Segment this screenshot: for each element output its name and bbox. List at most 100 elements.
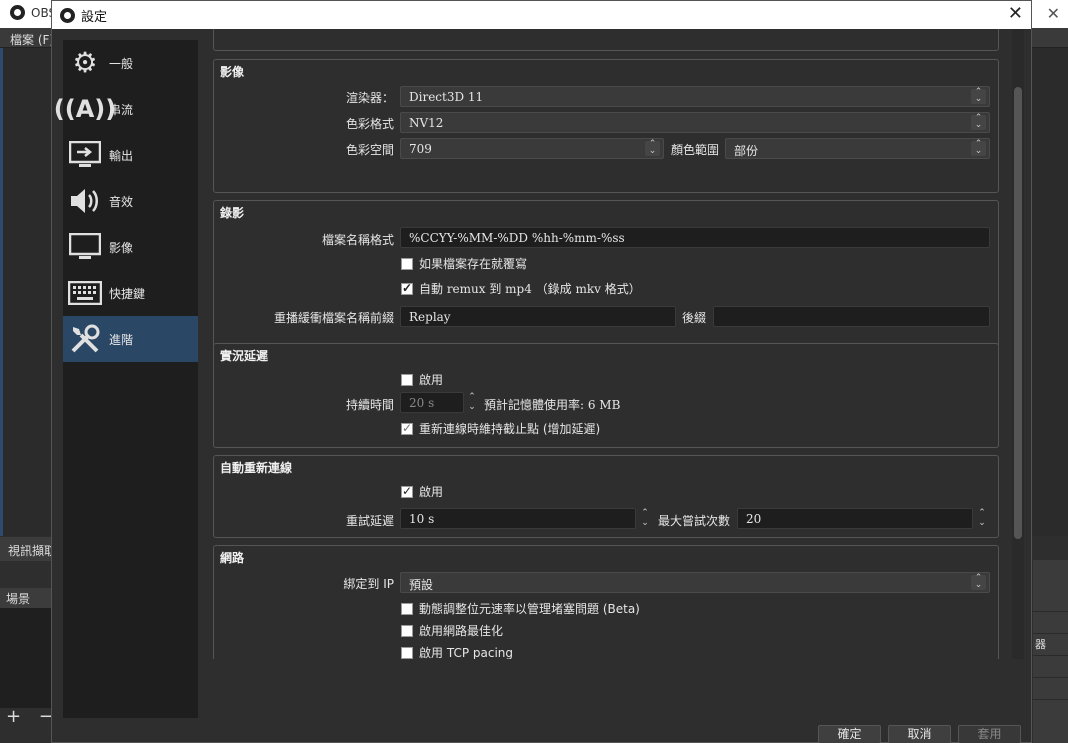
renderer-value: Direct3D 11 xyxy=(409,90,484,104)
reconnect-enable-checkbox[interactable]: 啟用 xyxy=(401,483,443,500)
gear-icon: ⚙ xyxy=(72,46,98,79)
sidebar-item-label: 音效 xyxy=(109,194,134,209)
chevron-updown-icon: ⌃ ⌄ xyxy=(971,140,986,156)
scrollbar-thumb[interactable] xyxy=(1014,87,1022,539)
dynamic-bitrate-checkbox[interactable]: 動態調整位元速率以管理堵塞問題 (Beta) xyxy=(401,600,640,617)
dynamic-bitrate-label: 動態調整位元速率以管理堵塞問題 (Beta) xyxy=(419,602,640,616)
settings-content: 影像 渲染器： Direct3D 11 ⌃ ⌄ 色彩格式 NV12 ⌃ ⌄ 色彩空間… xyxy=(213,29,999,659)
replay-prefix-input[interactable]: Replay xyxy=(400,306,676,327)
sidebar-item-label: 輸出 xyxy=(109,148,134,163)
right-dock-row xyxy=(1033,658,1068,678)
stream-delay-enable-label: 啟用 xyxy=(419,373,444,387)
tools-icon xyxy=(67,321,103,357)
cancel-button[interactable]: 取消 xyxy=(888,725,951,743)
color-format-label: 色彩格式 xyxy=(345,117,394,131)
right-dock-row xyxy=(1033,680,1068,700)
sidebar-item-video[interactable]: 影像 xyxy=(63,224,198,270)
delay-duration-spin-icon[interactable]: ⌃ ⌄ xyxy=(465,392,479,413)
sidebar-item-stream[interactable]: ((A)) 串流 xyxy=(53,86,198,132)
main-window-close-icon[interactable]: ✕ xyxy=(1047,4,1060,23)
delay-duration-input[interactable]: 20 s xyxy=(400,392,464,413)
filename-format-label: 檔案名稱格式 xyxy=(321,233,394,247)
network-optimization-box[interactable] xyxy=(401,624,413,637)
preserve-cutoff-box[interactable] xyxy=(401,421,413,435)
max-retries-label: 最大嘗試次數 xyxy=(658,514,731,528)
stream-delay-enable-box[interactable] xyxy=(401,373,413,386)
tcp-pacing-checkbox[interactable]: 啟用 TCP pacing xyxy=(401,644,513,659)
color-format-select[interactable]: NV12 ⌃ ⌄ xyxy=(400,112,990,133)
antenna-icon: ((A)) xyxy=(53,95,117,123)
dock-sources-header: 視訊擷取 xyxy=(0,537,55,561)
filename-format-input[interactable]: %CCYY-%MM-%DD %hh-%mm-%ss xyxy=(400,227,990,248)
dock-scenes-header: 場景 xyxy=(0,588,55,608)
delay-duration-label: 持續時間 xyxy=(345,398,394,412)
reconnect-group: 自動重新連線 啟用 重試延遲 10 s ⌃⌄ 最大嘗試次數 20 ⌃⌄ xyxy=(213,455,999,538)
settings-dialog: 設定 ✕ ⚙ 一般 ((A)) 串流 輸出 音效 影像 快捷鍵 進階 影像 渲染… xyxy=(51,0,1032,743)
auto-remux-checkbox-box[interactable] xyxy=(401,281,413,295)
memory-estimate-text: 預計記憶體使用率: 6 MB xyxy=(484,398,621,412)
overwrite-checkbox-label: 如果檔案存在就覆寫 xyxy=(419,257,528,271)
settings-titlebar: 設定 ✕ xyxy=(52,1,1031,29)
preserve-cutoff-checkbox[interactable]: 重新連線時維持截止點 (增加延遲) xyxy=(401,420,600,437)
color-range-select[interactable]: 部份 ⌃ ⌄ xyxy=(725,138,990,159)
stream-delay-group: 實況延遲 啟用 持續時間 20 s ⌃⌄ 預計記憶體使用率: 6 MB 重新連線… xyxy=(213,343,999,448)
chevron-updown-icon: ⌃ ⌄ xyxy=(645,140,660,156)
sidebar-item-advanced[interactable]: 進階 xyxy=(63,316,198,362)
bind-ip-value: 預設 xyxy=(409,578,434,592)
stream-delay-enable-checkbox[interactable]: 啟用 xyxy=(401,371,443,388)
retry-delay-input[interactable]: 10 s xyxy=(400,508,636,529)
sidebar-item-audio[interactable]: 音效 xyxy=(63,178,198,224)
overwrite-checkbox-box[interactable] xyxy=(401,257,413,270)
content-scrollbar[interactable] xyxy=(1012,29,1024,659)
tcp-pacing-label: 啟用 TCP pacing xyxy=(419,646,513,659)
auto-remux-checkbox[interactable]: 自動 remux 到 mp4 （錄成 mkv 格式） xyxy=(401,280,641,297)
video-group: 影像 渲染器： Direct3D 11 ⌃ ⌄ 色彩格式 NV12 ⌃ ⌄ 色彩空間… xyxy=(213,59,999,193)
max-retries-input[interactable]: 20 xyxy=(737,508,973,529)
sidebar-item-general[interactable]: ⚙ 一般 xyxy=(63,40,198,86)
scenes-list[interactable] xyxy=(0,608,52,708)
ok-button[interactable]: 確定 xyxy=(818,725,881,743)
replay-suffix-input[interactable] xyxy=(713,306,990,327)
color-space-value: 709 xyxy=(409,142,432,156)
sidebar-item-hotkeys[interactable]: 快捷鍵 xyxy=(63,270,198,316)
dynamic-bitrate-box[interactable] xyxy=(401,602,413,615)
color-format-value: NV12 xyxy=(409,116,444,130)
obs-logo-icon xyxy=(60,8,75,23)
preview-edge xyxy=(0,48,3,536)
right-dock-row xyxy=(1033,592,1068,612)
stream-delay-group-title: 實況延遲 xyxy=(220,349,269,363)
sidebar-item-label: 影像 xyxy=(109,240,134,255)
max-retries-spin-icon[interactable]: ⌃ ⌄ xyxy=(975,508,989,529)
main-window-title: OBS xyxy=(10,5,56,20)
renderer-select[interactable]: Direct3D 11 ⌃ ⌄ xyxy=(400,86,990,107)
chevron-updown-icon: ⌃ ⌄ xyxy=(971,88,986,104)
auto-remux-checkbox-label: 自動 remux 到 mp4 （錄成 mkv 格式） xyxy=(419,282,641,296)
color-space-select[interactable]: 709 ⌃ ⌄ xyxy=(400,138,664,159)
sidebar-item-label: 快捷鍵 xyxy=(109,286,146,301)
retry-delay-spin-icon[interactable]: ⌃ ⌄ xyxy=(638,508,652,529)
network-group-title: 網路 xyxy=(220,551,245,565)
reconnect-enable-box[interactable] xyxy=(401,484,413,498)
speaker-icon xyxy=(67,183,103,219)
keyboard-icon xyxy=(67,275,103,311)
network-optimization-label: 啟用網路最佳化 xyxy=(419,624,504,638)
sidebar-item-output[interactable]: 輸出 xyxy=(63,132,198,178)
color-range-value: 部份 xyxy=(734,144,759,158)
settings-title: 設定 xyxy=(60,6,107,25)
bind-ip-label: 綁定到 IP xyxy=(343,577,394,591)
overwrite-checkbox[interactable]: 如果檔案存在就覆寫 xyxy=(401,255,527,272)
obs-logo-icon xyxy=(10,5,25,20)
video-group-title: 影像 xyxy=(220,65,245,79)
replay-suffix-label: 後綴 xyxy=(682,311,707,325)
right-dock-row xyxy=(1033,614,1068,634)
apply-button[interactable]: 套用 xyxy=(958,725,1021,743)
bind-ip-select[interactable]: 預設 ⌃ ⌄ xyxy=(400,572,990,593)
chevron-updown-icon: ⌃ ⌄ xyxy=(971,574,986,590)
renderer-label: 渲染器： xyxy=(345,91,394,105)
settings-close-icon[interactable]: ✕ xyxy=(1008,3,1023,24)
menu-file[interactable]: 檔案 (F) xyxy=(10,31,54,48)
color-range-label: 顏色範圍 xyxy=(671,143,720,157)
tcp-pacing-box[interactable] xyxy=(401,646,413,659)
network-optimization-checkbox[interactable]: 啟用網路最佳化 xyxy=(401,622,503,639)
settings-title-text: 設定 xyxy=(81,10,108,25)
